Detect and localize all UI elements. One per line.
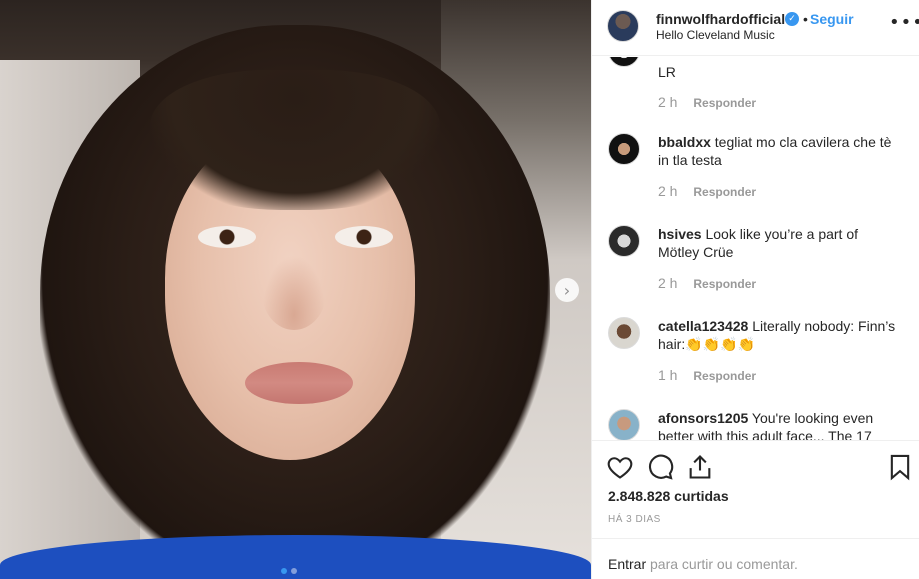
reply-button[interactable]: Responder [693,96,756,110]
comment-time[interactable]: 2 h [658,94,677,110]
comment-time[interactable]: 2 h [658,183,677,199]
post-side-panel: finnwolfhardofficial ✓ • Seguir Hello Cl… [591,0,919,579]
commenter-username[interactable]: catella123428 [658,318,748,334]
reply-button[interactable]: Responder [693,185,756,199]
reply-button[interactable]: Responder [693,277,756,291]
heart-icon[interactable] [606,453,634,481]
comment-text: LR [658,63,898,81]
commenter-avatar[interactable] [608,57,640,67]
post-actions: 2.848.828 curtidas HÁ 3 DIAS [592,440,919,538]
comment-text: catella123428 Literally nobody: Finn’s h… [658,317,898,353]
verified-badge-icon: ✓ [785,12,799,26]
comment-text: hsives Look like you’re a part of Mötley… [658,225,898,261]
chevron-right-icon[interactable]: › [555,278,579,302]
photo-eye-left [198,226,256,248]
likes-count[interactable]: 2.848.828 curtidas [608,488,729,504]
comment-time[interactable]: 2 h [658,275,677,291]
post-location[interactable]: Hello Cleveland Music [656,28,775,42]
post-photo[interactable]: › [0,0,591,579]
comment-meta: 2 h Responder [658,275,756,291]
comment-text: afonsors1205 You're looking even better … [658,409,898,440]
header-separator: • [803,11,808,27]
comment-meta: 2 h Responder [658,94,756,110]
photo-bangs [150,70,440,210]
bookmark-icon[interactable] [886,453,914,481]
post-header: finnwolfhardofficial ✓ • Seguir Hello Cl… [592,0,919,56]
comment-text: bbaldxx tegliat mo cla cavilera che tè i… [658,133,898,169]
login-prompt: para curtir ou comentar. [650,556,798,572]
carousel-indicator [281,568,297,574]
author-username[interactable]: finnwolfhardofficial [656,11,785,27]
commenter-avatar[interactable] [608,133,640,165]
photo-lips [245,362,353,404]
comment-body: LR [658,64,676,80]
comment-time[interactable]: 1 h [658,367,677,383]
commenter-avatar[interactable] [608,409,640,440]
comment-icon[interactable] [646,453,674,481]
add-comment-bar: Entrar para curtir ou comentar. [592,538,919,579]
photo-nose [262,255,326,330]
more-options-icon[interactable]: ••• [889,12,919,33]
post-timestamp[interactable]: HÁ 3 DIAS [608,514,661,525]
commenter-avatar[interactable] [608,225,640,257]
follow-button[interactable]: Seguir [810,11,854,27]
comments-list[interactable]: LR 2 h Responder bbaldxx tegliat mo cla … [592,57,919,440]
login-link[interactable]: Entrar [608,556,646,572]
comment-meta: 1 h Responder [658,367,756,383]
comment-meta: 2 h Responder [658,183,756,199]
reply-button[interactable]: Responder [693,369,756,383]
carousel-dot-active [281,568,287,574]
commenter-avatar[interactable] [608,317,640,349]
commenter-username[interactable]: bbaldxx [658,134,711,150]
author-avatar[interactable] [607,10,639,42]
photo-eye-right [335,226,393,248]
commenter-username[interactable]: hsives [658,226,702,242]
share-icon[interactable] [686,453,714,481]
commenter-username[interactable]: afonsors1205 [658,410,748,426]
carousel-dot [291,568,297,574]
